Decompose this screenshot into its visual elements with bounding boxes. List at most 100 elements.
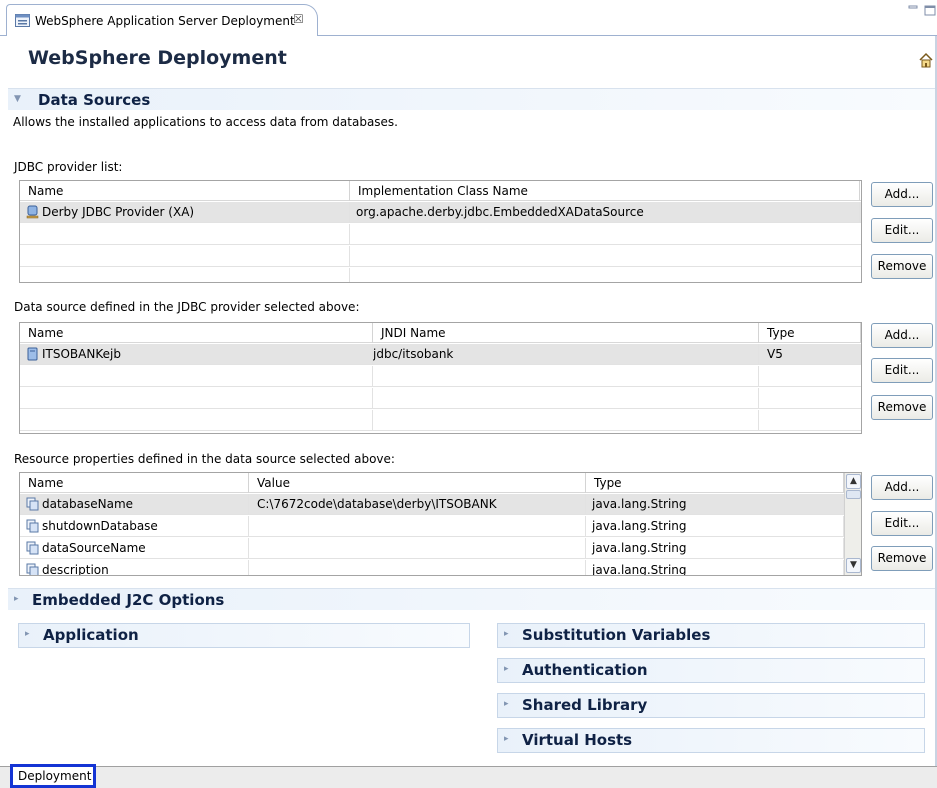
scroll-down-icon[interactable]: ▼ <box>846 558 861 573</box>
jdbc-name-cell: Derby JDBC Provider (XA) <box>20 202 350 223</box>
column-header-name[interactable]: Name <box>20 323 373 343</box>
datasource-name-text: ITSOBANKejb <box>42 347 121 361</box>
table-row[interactable] <box>20 366 861 387</box>
table-row[interactable]: ITSOBANKejb jdbc/itsobank V5 <box>20 344 861 365</box>
editor-tab-label: WebSphere Application Server Deployment <box>35 14 295 28</box>
column-header-type[interactable]: Type <box>759 323 861 343</box>
table-row[interactable] <box>20 224 861 245</box>
column-header-value[interactable]: Value <box>249 473 586 493</box>
empty-cell <box>20 366 373 387</box>
table-row[interactable] <box>20 268 861 282</box>
property-add-button[interactable]: Add... <box>871 475 933 500</box>
jdbc-remove-button[interactable]: Remove <box>871 254 933 279</box>
section-description: Allows the installed applications to acc… <box>13 115 398 129</box>
jdbc-provider-list-label: JDBC provider list: <box>14 160 123 174</box>
table-row[interactable]: shutdownDatabase java.lang.String <box>20 516 844 537</box>
datasource-add-button[interactable]: Add... <box>871 323 933 348</box>
resource-properties-label: Resource properties defined in the data … <box>14 452 395 466</box>
table-row[interactable]: Derby JDBC Provider (XA) org.apache.derb… <box>20 202 861 223</box>
empty-cell <box>373 366 759 387</box>
table-header: Name JNDI Name Type <box>20 323 861 343</box>
collapsed-twisty-icon[interactable]: ▸ <box>14 593 22 605</box>
deployment-page-tab[interactable]: Deployment <box>10 764 96 788</box>
column-header-jndi-name[interactable]: JNDI Name <box>373 323 759 343</box>
datasource-name-cell: ITSOBANKejb <box>20 344 373 365</box>
table-row[interactable]: description java.lang.String <box>20 560 844 576</box>
minimize-icon[interactable] <box>908 4 918 14</box>
section-title-shared-library: Shared Library <box>522 696 648 714</box>
column-header-name[interactable]: Name <box>20 473 249 493</box>
jdbc-edit-button[interactable]: Edit... <box>871 218 933 243</box>
property-type-cell: java.lang.String <box>586 560 844 575</box>
datasource-list-label: Data source defined in the JDBC provider… <box>14 300 360 314</box>
empty-cell <box>20 388 373 409</box>
empty-cell <box>373 410 759 431</box>
collapsed-twisty-icon[interactable]: ▸ <box>504 733 512 745</box>
table-header: Name Implementation Class Name <box>20 181 861 201</box>
datasource-remove-button[interactable]: Remove <box>871 395 933 420</box>
jdbc-name-text: Derby JDBC Provider (XA) <box>42 205 195 219</box>
empty-cell <box>20 268 350 282</box>
jdbc-add-button[interactable]: Add... <box>871 182 933 207</box>
scrollbar-thumb[interactable] <box>846 490 861 499</box>
property-name-cell: dataSourceName <box>20 538 249 559</box>
column-header-name[interactable]: Name <box>20 181 350 201</box>
editor-tab-bar: WebSphere Application Server Deployment … <box>0 0 937 36</box>
table-header: Name Value Type <box>20 473 844 493</box>
property-icon <box>26 563 39 575</box>
property-icon <box>26 519 39 533</box>
maximize-icon[interactable] <box>924 4 936 16</box>
section-embedded-j2c-options[interactable]: ▸ Embedded J2C Options <box>8 588 935 610</box>
section-application[interactable]: ▸ Application <box>18 623 470 648</box>
property-value-cell <box>249 560 586 575</box>
property-type-cell: java.lang.String <box>586 516 844 537</box>
section-data-sources[interactable]: ▼ Data Sources <box>8 88 935 110</box>
section-virtual-hosts[interactable]: ▸ Virtual Hosts <box>497 728 925 753</box>
column-header-type[interactable]: Type <box>586 473 844 493</box>
vertical-scrollbar[interactable]: ▲ ▼ <box>844 473 861 575</box>
editor-tab[interactable]: WebSphere Application Server Deployment … <box>6 4 318 36</box>
property-icon <box>26 497 39 511</box>
page-title: WebSphere Deployment <box>28 47 287 69</box>
table-row[interactable] <box>20 246 861 267</box>
property-remove-button[interactable]: Remove <box>871 546 933 571</box>
datasource-type-cell: V5 <box>759 344 861 365</box>
empty-cell <box>20 246 350 267</box>
table-row[interactable] <box>20 388 861 409</box>
datasource-edit-button[interactable]: Edit... <box>871 358 933 383</box>
property-value-cell <box>249 516 586 537</box>
expanded-twisty-icon[interactable]: ▼ <box>14 93 22 105</box>
property-value-cell: C:\7672code\database\derby\ITSOBANK <box>249 494 586 515</box>
resource-properties-table[interactable]: Name Value Type databaseName C:\7672code… <box>19 472 862 576</box>
section-title-data-sources: Data Sources <box>38 91 151 109</box>
property-name-text: shutdownDatabase <box>42 519 158 533</box>
section-title-embedded-j2c: Embedded J2C Options <box>32 591 225 609</box>
home-icon[interactable] <box>918 52 934 68</box>
property-name-cell: shutdownDatabase <box>20 516 249 537</box>
column-header-implementation-class[interactable]: Implementation Class Name <box>350 181 860 201</box>
table-row[interactable]: databaseName C:\7672code\database\derby\… <box>20 494 844 515</box>
section-title-authentication: Authentication <box>522 661 648 679</box>
scroll-up-icon[interactable]: ▲ <box>846 474 861 489</box>
collapsed-twisty-icon[interactable]: ▸ <box>504 698 512 710</box>
close-icon[interactable]: ☒ <box>293 12 304 26</box>
empty-cell <box>373 388 759 409</box>
jdbc-provider-table[interactable]: Name Implementation Class Name Derby JDB… <box>19 180 862 283</box>
section-authentication[interactable]: ▸ Authentication <box>497 658 925 683</box>
collapsed-twisty-icon[interactable]: ▸ <box>504 628 512 640</box>
property-edit-button[interactable]: Edit... <box>871 511 933 536</box>
database-driver-icon <box>26 205 39 219</box>
collapsed-twisty-icon[interactable]: ▸ <box>25 628 33 640</box>
section-title-virtual-hosts: Virtual Hosts <box>522 731 633 749</box>
section-title-substitution-variables: Substitution Variables <box>522 626 711 644</box>
collapsed-twisty-icon[interactable]: ▸ <box>504 663 512 675</box>
property-value-cell <box>249 538 586 559</box>
property-type-cell: java.lang.String <box>586 494 844 515</box>
section-substitution-variables[interactable]: ▸ Substitution Variables <box>497 623 925 648</box>
datasource-jndi-cell: jdbc/itsobank <box>373 344 759 365</box>
property-name-text: description <box>42 563 109 576</box>
datasource-table[interactable]: Name JNDI Name Type ITSOBANKejb jdbc/its… <box>19 322 862 434</box>
table-row[interactable]: dataSourceName java.lang.String <box>20 538 844 559</box>
table-row[interactable] <box>20 410 861 431</box>
section-shared-library[interactable]: ▸ Shared Library <box>497 693 925 718</box>
